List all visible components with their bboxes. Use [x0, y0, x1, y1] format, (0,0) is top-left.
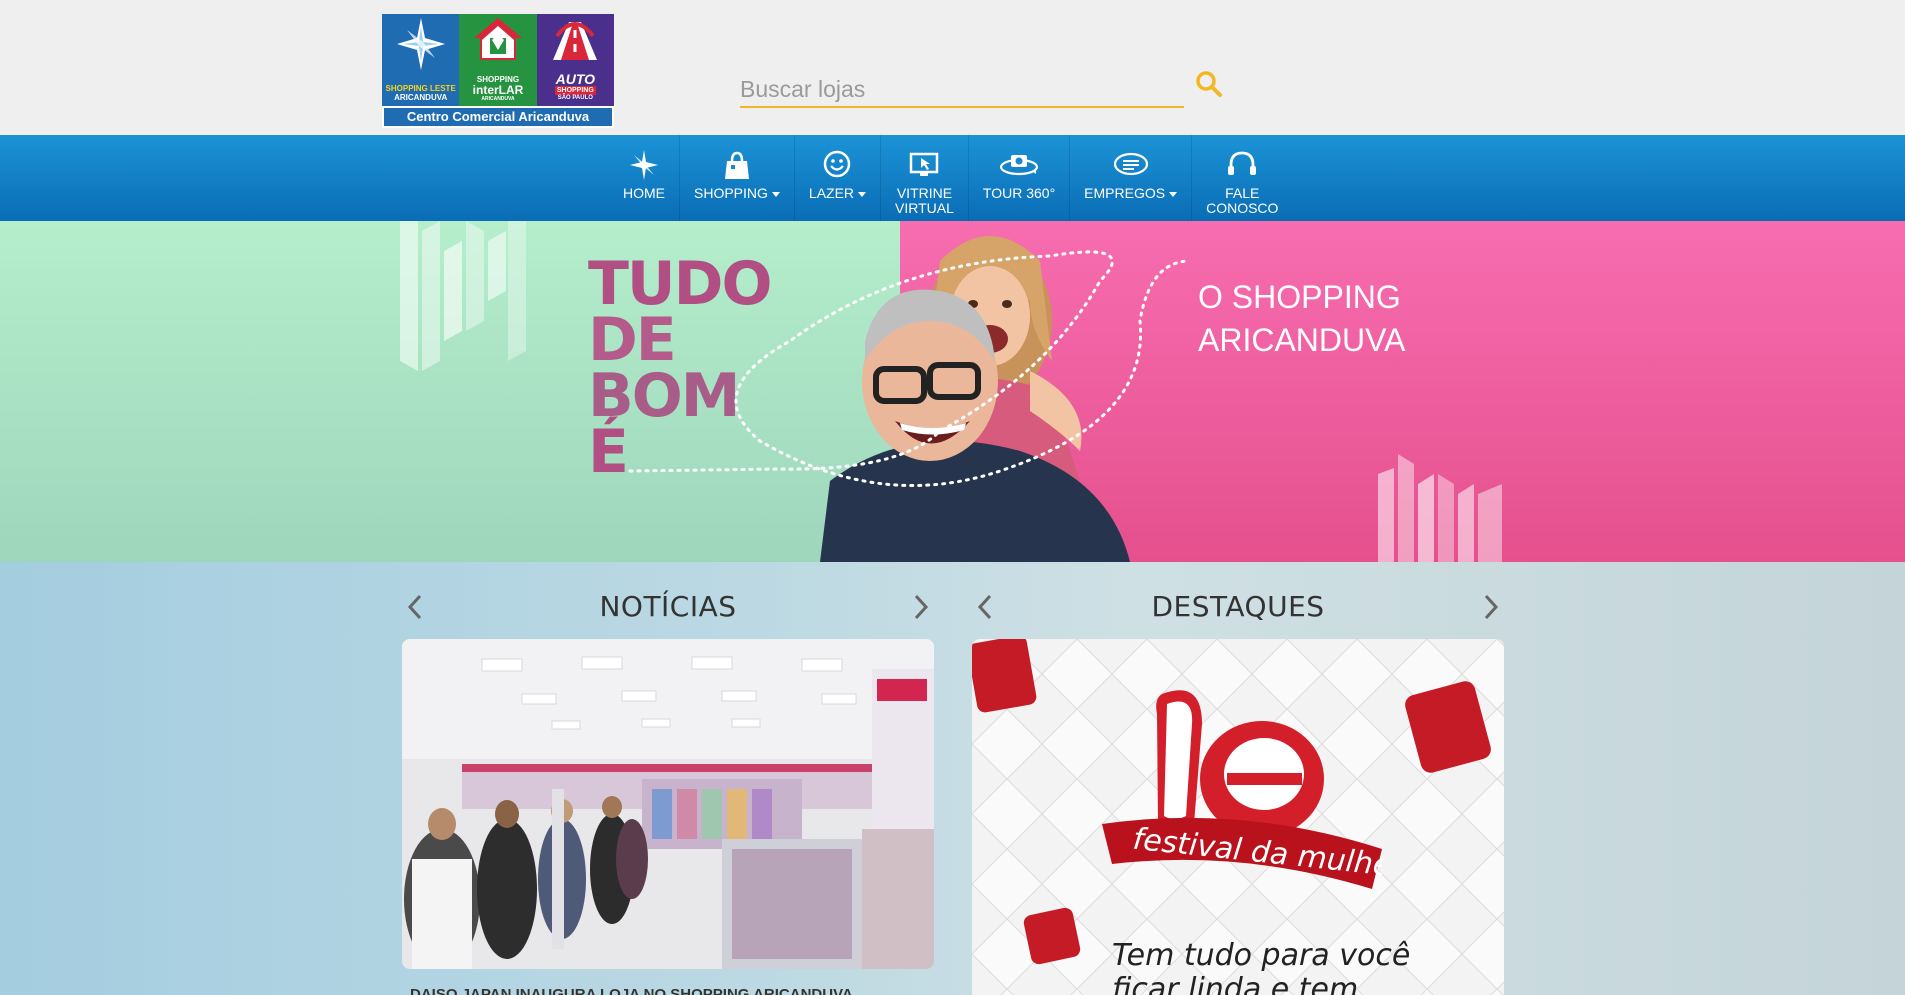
decorative-bars-graphic	[1378, 454, 1502, 562]
main-navigation: HOME SHOPPING LAZER VITRINE VIRTUAL TOUR…	[0, 135, 1905, 221]
logo-text: interLAR	[472, 83, 524, 97]
headset-icon	[1228, 151, 1257, 175]
hero-banner[interactable]: TUDO DE BOM É O SHOPPING ARICANDUVA	[0, 221, 1905, 562]
monitor-cursor-icon	[910, 152, 939, 176]
caret-down-icon	[858, 191, 867, 197]
highlights-text: Tem tudo para você ficar linda e tem	[1112, 939, 1412, 995]
festival-logo: festival da mulher	[1102, 690, 1382, 889]
shopping-leste-logo: SHOPPING LESTE ARICANDUVA	[382, 14, 460, 106]
nav-item-vitrine-virtual[interactable]: VITRINE VIRTUAL	[881, 135, 969, 221]
star-icon	[630, 150, 658, 180]
highlights-panel: DESTAQUES festival da mulher Tem tudo pa…	[972, 562, 1504, 995]
chat-lines-icon	[1113, 152, 1148, 176]
nav-label: LAZER	[809, 186, 867, 201]
chevron-right-icon[interactable]	[908, 590, 934, 624]
camera-360-icon	[999, 155, 1039, 176]
nav-item-tour-360[interactable]: TOUR 360°	[969, 135, 1071, 221]
shopping-bag-icon	[724, 151, 749, 179]
news-panel: NOTÍCIAS DAISO JAPAN INAUGURA LOJA NO SH…	[402, 562, 934, 995]
nav-label: TOUR 360°	[982, 185, 1056, 201]
content-section: NOTÍCIAS DAISO JAPAN INAUGURA LOJA NO SH…	[0, 562, 1905, 995]
news-caption[interactable]: DAISO JAPAN INAUGURA LOJA NO SHOPPING AR…	[410, 986, 930, 995]
nav-label: EMPREGOS	[1084, 186, 1178, 201]
logo-text: SHOPPING	[554, 86, 596, 95]
caret-down-icon	[1169, 191, 1178, 197]
hero-subtitle-line: O SHOPPING	[1198, 279, 1401, 315]
nav-label: CONOSCO	[1206, 200, 1279, 216]
logo-text: SÃO PAULO	[557, 95, 593, 101]
nav-label: VITRINE	[896, 185, 953, 201]
site-header: SHOPPING LESTE ARICANDUVA SHOPPING inter…	[0, 0, 1905, 135]
hero-subtitle-line: ARICANDUVA	[1198, 322, 1406, 358]
logo-text: SHOPPING LESTE	[385, 84, 456, 93]
hero-subtitle: O SHOPPING ARICANDUVA	[1198, 276, 1428, 362]
nav-item-home[interactable]: HOME	[609, 135, 680, 221]
aricanduva-logo[interactable]: SHOPPING LESTE ARICANDUVA SHOPPING inter…	[382, 14, 614, 128]
highlights-text-line: ficar linda e tem	[1112, 972, 1359, 995]
smiley-icon	[824, 150, 851, 178]
nav-item-lazer[interactable]: LAZER	[795, 135, 882, 221]
nav-item-shopping[interactable]: SHOPPING	[680, 135, 795, 221]
logo-text: AUTO	[555, 71, 596, 87]
nav-item-fale-conosco[interactable]: FALE CONOSCO	[1192, 135, 1292, 221]
news-store-photo[interactable]	[402, 639, 934, 969]
nav-label: FALE	[1225, 185, 1260, 201]
news-title: NOTÍCIAS	[599, 590, 737, 623]
highlights-title: DESTAQUES	[1151, 590, 1325, 623]
search-icon[interactable]	[1195, 70, 1223, 98]
interlar-logo: SHOPPING interLAR ARICANDUVA	[459, 14, 537, 106]
dotted-swirl-graphic	[628, 250, 1192, 488]
caret-down-icon	[771, 191, 780, 197]
festival-da-mulher-banner[interactable]: festival da mulher Tem tudo para você fi…	[972, 639, 1504, 995]
search-bar	[740, 68, 1184, 108]
auto-shopping-logo: AUTO SHOPPING SÃO PAULO	[536, 14, 614, 106]
news-panel-header: NOTÍCIAS	[402, 562, 934, 638]
house-icon	[473, 18, 522, 60]
nav-label: VIRTUAL	[895, 200, 954, 216]
nav-label: HOME	[623, 185, 665, 201]
logo-caption: Centro Comercial Aricanduva	[382, 106, 614, 128]
highlights-text-line: Tem tudo para você	[1112, 938, 1411, 973]
highlights-panel-header: DESTAQUES	[972, 562, 1504, 638]
road-arch-icon	[553, 22, 598, 60]
chevron-right-icon[interactable]	[1478, 590, 1504, 624]
logo-text: ARICANDUVA	[481, 96, 515, 102]
nav-item-empregos[interactable]: EMPREGOS	[1070, 135, 1193, 221]
logo-text: ARICANDUVA	[394, 93, 448, 102]
compass-star-icon	[396, 18, 445, 70]
search-input[interactable]	[740, 68, 1184, 106]
nav-label: SHOPPING	[694, 186, 780, 201]
